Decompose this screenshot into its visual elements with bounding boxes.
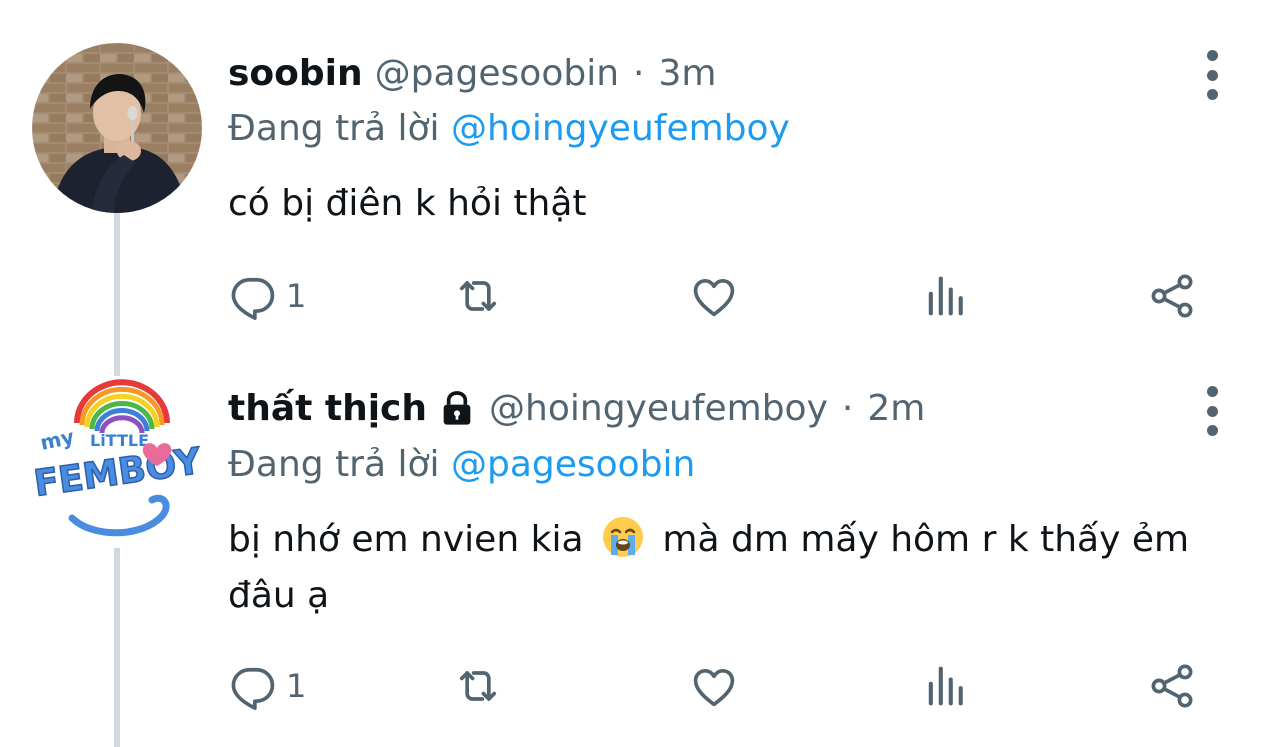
display-name[interactable]: thất thịch [228,388,427,429]
tweet-text-content: có bị điên k hỏi thật [228,183,587,224]
views-icon [928,276,963,316]
separator-dot: · [841,387,854,429]
more-icon [1206,386,1218,397]
tweet-text-before-emoji: bị nhớ em nvien kia [228,519,584,560]
tweet-header: thất thịch @hoingyeufemboy · 2m [228,383,925,433]
timestamp[interactable]: 2m [867,388,925,429]
more-options-button[interactable] [1196,50,1228,100]
separator-dot: · [633,52,645,94]
views-button[interactable] [920,268,972,324]
like-button[interactable] [688,268,740,324]
replying-prefix: Đang trả lời [228,108,440,149]
more-options-button[interactable] [1196,386,1228,436]
views-icon [928,666,963,706]
retweet-icon [459,671,497,701]
avatar[interactable]: my LiTTLE FEMBOY [32,378,202,548]
thread-line [114,548,120,747]
retweet-icon [459,281,497,311]
tweet-text: có bị điên k hỏi thật [228,176,1238,232]
tweet-text: bị nhớ em nvien kia mà dm mấy hôm r k th… [228,512,1238,624]
timestamp[interactable]: 3m [658,53,716,94]
mention-link[interactable]: @pagesoobin [451,444,695,485]
user-handle[interactable]: @hoingyeufemboy [489,388,828,429]
retweet-button[interactable] [452,268,504,324]
mention-link[interactable]: @hoingyeufemboy [451,108,790,149]
tweet-header: soobin @pagesoobin · 3m [228,48,716,98]
share-icon [1151,274,1193,318]
loudly-crying-face-emoji [602,517,643,557]
reply-count: 1 [286,277,307,315]
reply-button[interactable]: 1 [228,658,306,714]
user-handle[interactable]: @pagesoobin [375,53,619,94]
more-icon [1206,50,1218,61]
lock-icon [443,391,471,425]
reply-count: 1 [286,667,307,705]
avatar-logo-line2: LiTTLE [90,431,149,450]
replying-to: Đang trả lời @hoingyeufemboy [228,108,790,149]
replying-prefix: Đang trả lời [228,444,440,485]
share-button[interactable] [1146,268,1198,324]
reply-icon [231,667,275,710]
share-icon [1151,664,1193,708]
replying-to: Đang trả lời @pagesoobin [228,444,695,485]
share-button[interactable] [1146,658,1198,714]
like-icon [693,668,735,707]
thread-line [114,212,120,376]
display-name[interactable]: soobin [228,53,363,94]
like-icon [693,278,735,317]
like-button[interactable] [688,658,740,714]
retweet-button[interactable] [452,658,504,714]
tweet-actions: 1 [228,268,1208,324]
tweet-actions: 1 [228,658,1208,714]
avatar[interactable] [32,43,202,213]
reply-icon [231,277,275,320]
views-button[interactable] [920,658,972,714]
reply-button[interactable]: 1 [228,268,306,324]
